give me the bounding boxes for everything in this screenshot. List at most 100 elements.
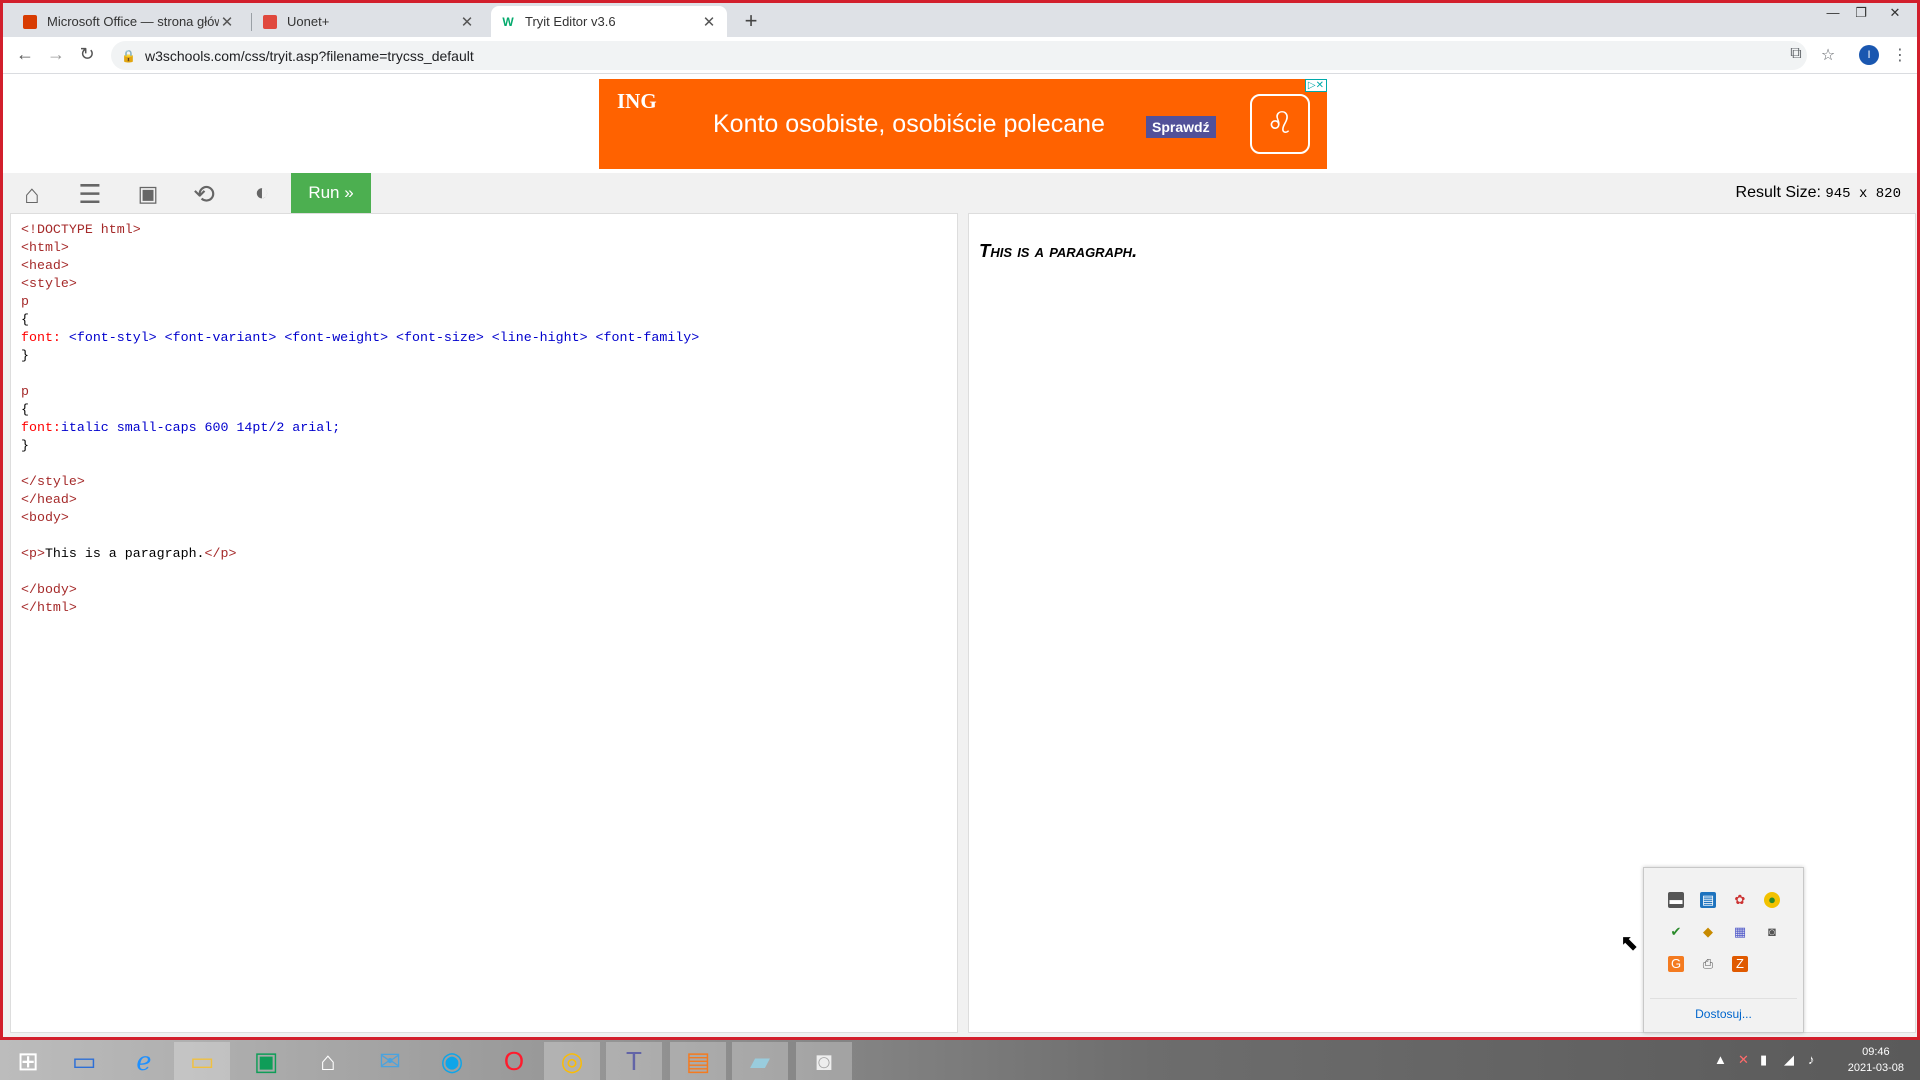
network-error-icon[interactable]: ✕ <box>1738 1052 1749 1068</box>
w3schools-icon: W <box>501 14 515 29</box>
code-line: { <box>21 402 29 417</box>
url-field[interactable]: 🔒 w3schools.com/css/tryit.asp?filename=t… <box>111 41 1807 70</box>
code-editor[interactable]: <!DOCTYPE html> <html> <head> <style> p … <box>10 213 958 1033</box>
internet-explorer-icon[interactable]: ℯ <box>116 1042 172 1080</box>
tab-microsoft-office[interactable]: Microsoft Office — strona główna ✕ <box>13 6 245 37</box>
store-icon[interactable]: ▣ <box>238 1042 294 1080</box>
clock[interactable]: 09:46 2021-03-08 <box>1848 1044 1904 1076</box>
battery-icon[interactable]: ▮ <box>1760 1052 1767 1068</box>
tab-bar: Microsoft Office — strona główna ✕ Uonet… <box>3 3 1917 37</box>
ad-close-icon[interactable]: ▷✕ <box>1304 79 1327 92</box>
code-line: </html> <box>21 600 77 615</box>
menu-kebab-icon[interactable]: ⋮ <box>1889 45 1911 65</box>
camera-tray-icon[interactable]: ◙ <box>1764 924 1780 940</box>
code-line: </head> <box>21 492 77 507</box>
code-line: { <box>21 312 29 327</box>
theme-icon[interactable]: ◐ <box>245 179 279 207</box>
rotate-icon[interactable]: ⟲ <box>187 179 221 210</box>
code-line: p <box>21 294 29 309</box>
uonet-icon <box>263 14 277 29</box>
clock-date: 2021-03-08 <box>1847 1062 1904 1074</box>
taskbar: ⊞ ▭ ℯ ▭ ▣ ⌂ ✉ ◉ O ◎ T ▤ ▰ ◙ ▲ ✕ ▮ ◢ ♪ 09… <box>0 1037 1920 1080</box>
home-app-icon[interactable]: ⌂ <box>300 1042 356 1080</box>
tab-uonet[interactable]: Uonet+ ✕ <box>253 6 485 37</box>
code-line: <!DOCTYPE html> <box>21 222 141 237</box>
home-icon[interactable]: ⌂ <box>15 179 49 210</box>
file-explorer-icon[interactable]: ▭ <box>174 1042 230 1080</box>
monitor-tray-icon[interactable]: ▬ <box>1668 892 1684 908</box>
windows-start-icon[interactable]: ⊞ <box>0 1042 56 1080</box>
close-tab-icon[interactable]: ✕ <box>701 13 717 31</box>
pdf-icon[interactable]: ▤ <box>670 1042 726 1080</box>
lock-icon: 🔒 <box>121 48 136 63</box>
check-tray-icon[interactable]: ✔ <box>1668 924 1684 940</box>
tab-title: Microsoft Office — strona główna <box>47 14 219 29</box>
security-tray-icon[interactable]: ● <box>1764 892 1780 908</box>
ing-logo: ING <box>617 89 657 113</box>
close-tab-icon[interactable]: ✕ <box>459 13 475 31</box>
chrome-icon[interactable]: ◎ <box>544 1042 600 1080</box>
customize-link[interactable]: Dostosuj... <box>1650 998 1797 1028</box>
code-line: </style> <box>21 474 85 489</box>
minimize-icon[interactable]: — <box>1821 5 1845 20</box>
code-line: <head> <box>21 258 69 273</box>
result-size-label: Result Size: <box>1735 184 1821 201</box>
camera-icon[interactable]: ◙ <box>796 1042 852 1080</box>
edge-icon[interactable]: ◉ <box>424 1042 480 1080</box>
mouse-cursor-icon: ⬉ <box>1620 930 1639 955</box>
profile-avatar[interactable]: I <box>1859 45 1879 65</box>
wifi-icon[interactable]: ◢ <box>1784 1052 1794 1068</box>
reload-icon[interactable]: ↻ <box>75 44 99 65</box>
code-line: <body> <box>21 510 69 525</box>
pdf-tray-icon[interactable]: G <box>1668 956 1684 972</box>
printer-tray-icon[interactable]: ⎙ <box>1700 956 1716 972</box>
code-line: <p>This is a paragraph.</p> <box>21 546 237 561</box>
code-content[interactable]: <!DOCTYPE html> <html> <head> <style> p … <box>21 221 947 617</box>
close-window-icon[interactable]: ✕ <box>1883 5 1907 21</box>
code-line: font:italic small-caps 600 14pt/2 arial; <box>21 420 341 435</box>
forward-icon[interactable]: → <box>44 44 68 65</box>
teams-tray-icon[interactable]: ▦ <box>1732 924 1748 940</box>
close-tab-icon[interactable]: ✕ <box>219 13 235 31</box>
run-button[interactable]: Run » <box>291 173 371 213</box>
app-tray-icon[interactable]: Z <box>1732 956 1748 972</box>
lenovo-icon[interactable]: ▭ <box>56 1042 112 1080</box>
tray-overflow-popup: ▬ ▤ ✿ ● ✔ ◆ ▦ ◙ G ⎙ Z Dostosuj... <box>1643 867 1804 1033</box>
clock-time: 09:46 <box>1862 1046 1890 1058</box>
mail-icon[interactable]: ✉ <box>362 1042 418 1080</box>
box-tray-icon[interactable]: ◆ <box>1700 924 1716 940</box>
code-line: } <box>21 348 29 363</box>
ad-cta-button[interactable]: Sprawdź <box>1146 116 1216 138</box>
paint-tray-icon[interactable]: ✿ <box>1732 892 1748 908</box>
panels: <!DOCTYPE html> <html> <head> <style> p … <box>3 213 1917 1040</box>
bookmark-star-icon[interactable]: ☆ <box>1817 45 1839 65</box>
menu-icon[interactable]: ☰ <box>73 179 107 210</box>
back-icon[interactable]: ← <box>13 44 37 65</box>
tab-title: Uonet+ <box>287 14 330 29</box>
translate-icon[interactable]: ⧉ <box>1785 45 1807 63</box>
code-line: p <box>21 384 29 399</box>
tryit-toolbar: ⌂ ☰ ▣ ⟲ ◐ Run » Result Size: 945 x 820 <box>3 173 1917 213</box>
ad-banner[interactable]: ING Konto osobiste, osobiście polecane S… <box>599 79 1327 169</box>
new-tab-button[interactable]: + <box>739 8 763 34</box>
tray-chevron-icon[interactable]: ▲ <box>1714 1052 1727 1067</box>
opera-icon[interactable]: O <box>486 1042 542 1080</box>
notepad-icon[interactable]: ▰ <box>732 1042 788 1080</box>
tab-title: Tryit Editor v3.6 <box>525 14 616 29</box>
result-size: Result Size: 945 x 820 <box>1736 184 1901 202</box>
code-line: } <box>21 438 29 453</box>
code-line: <style> <box>21 276 77 291</box>
code-line: </body> <box>21 582 77 597</box>
update-tray-icon[interactable]: ▤ <box>1700 892 1716 908</box>
result-paragraph: This is a paragraph. <box>979 240 1138 261</box>
tab-tryit-editor[interactable]: W Tryit Editor v3.6 ✕ <box>491 6 727 37</box>
tray-icons-grid: ▬ ▤ ✿ ● ✔ ◆ ▦ ◙ G ⎙ Z <box>1650 874 1797 996</box>
code-line: font: <font-styl> <font-variant> <font-w… <box>21 330 700 345</box>
code-line: <html> <box>21 240 69 255</box>
ad-area: ING Konto osobiste, osobiście polecane S… <box>3 74 1917 173</box>
lion-icon: ♌ <box>1250 94 1310 154</box>
volume-icon[interactable]: ♪ <box>1808 1052 1815 1067</box>
restore-icon[interactable]: ❐ <box>1849 5 1873 21</box>
teams-icon[interactable]: T <box>606 1042 662 1080</box>
save-icon[interactable]: ▣ <box>131 181 165 207</box>
